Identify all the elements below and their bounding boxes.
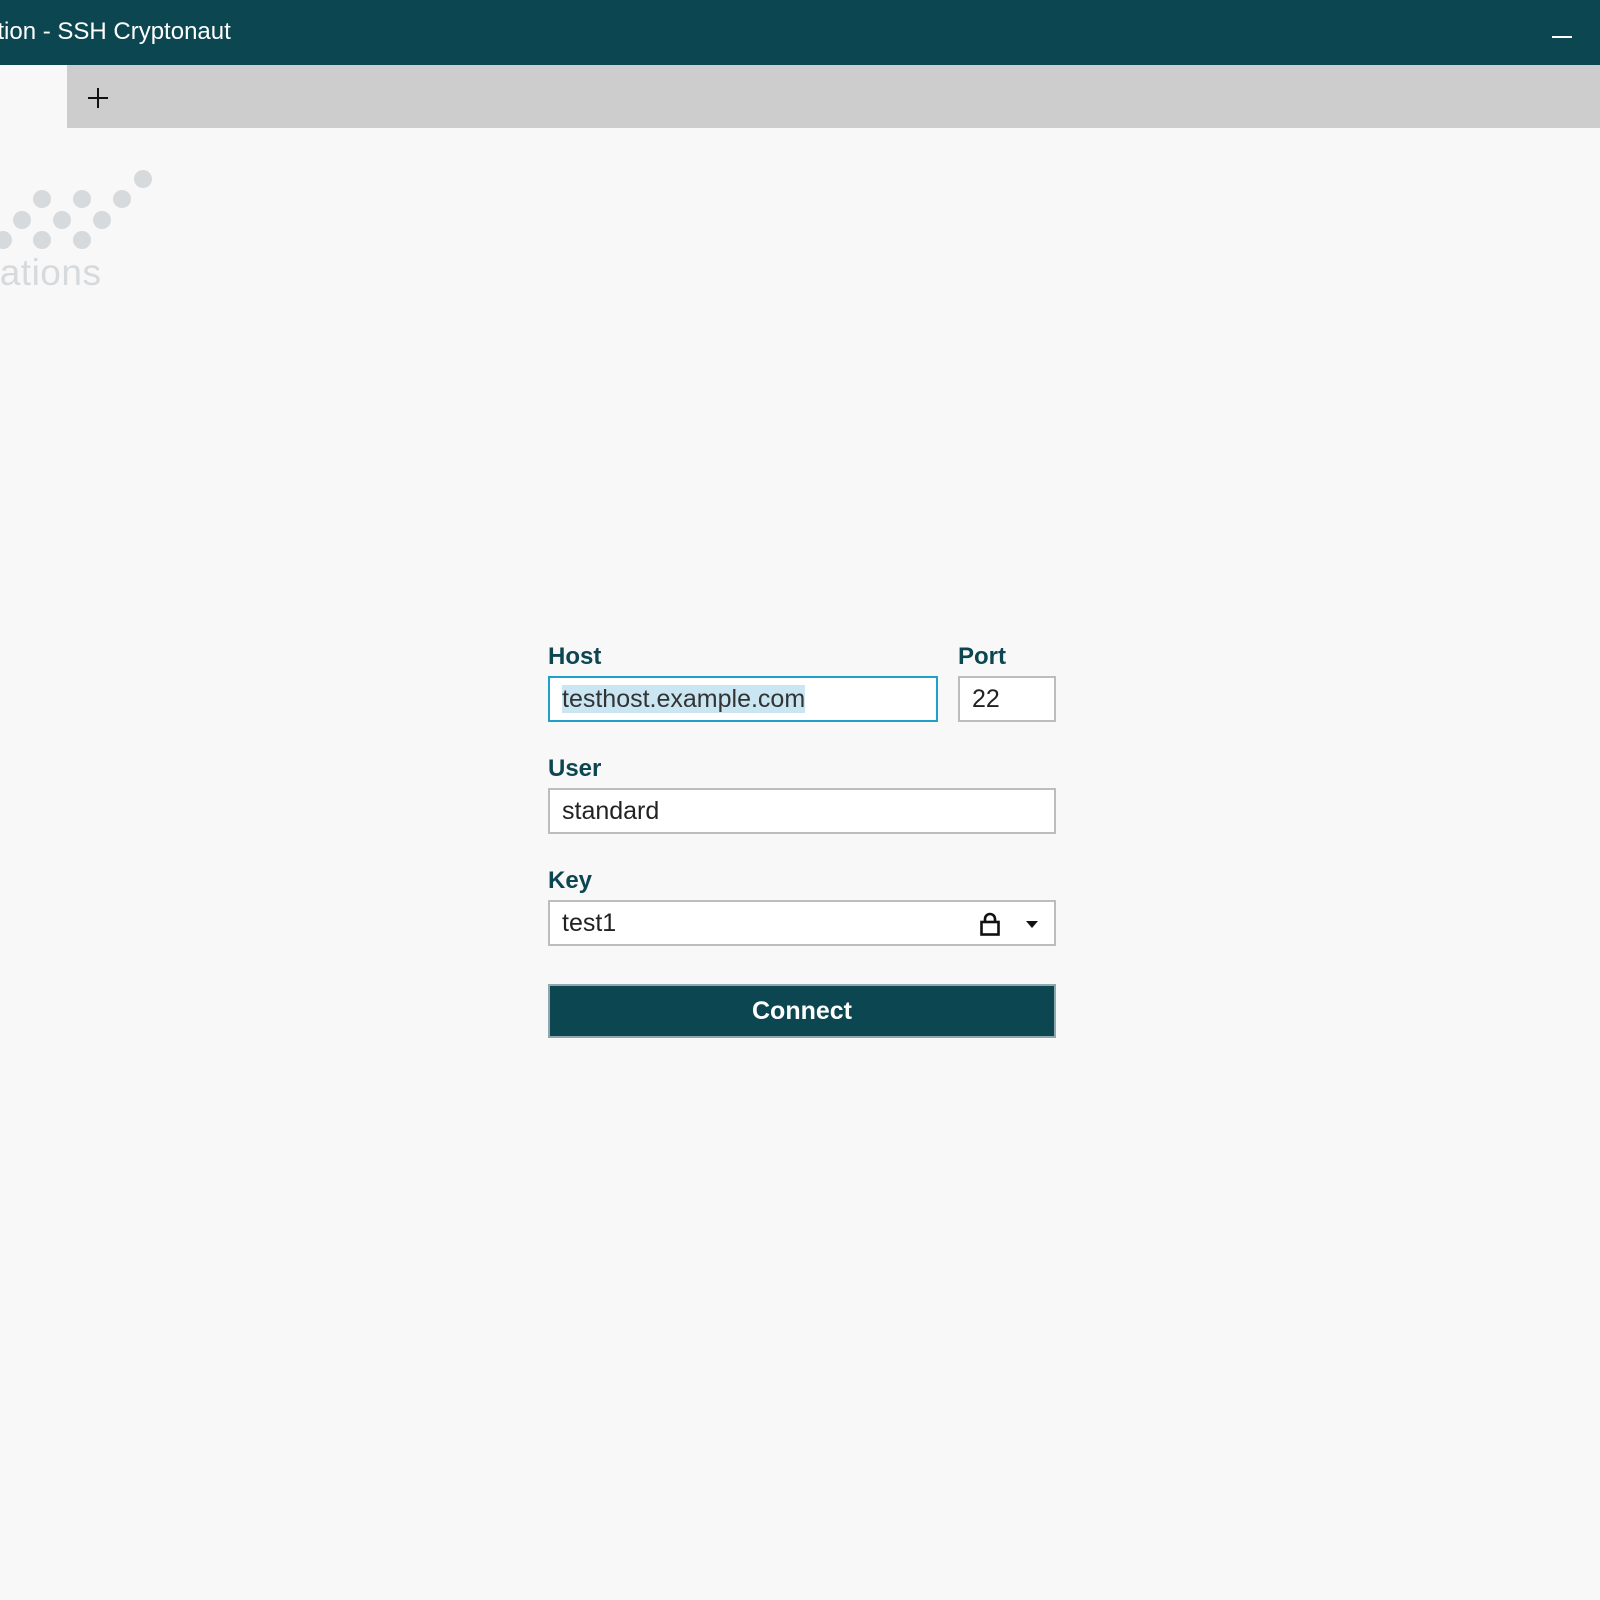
key-value: test1 xyxy=(562,909,617,937)
key-select[interactable]: test1 xyxy=(548,900,1056,946)
title-bar: ection - SSH Cryptonaut xyxy=(0,0,1600,65)
host-input[interactable]: testhost.example.com xyxy=(548,676,938,722)
app-window: ection - SSH Cryptonaut on ications Host… xyxy=(0,0,1600,1600)
port-input[interactable]: 22 xyxy=(958,676,1056,722)
user-label: User xyxy=(548,755,602,782)
minimize-button[interactable] xyxy=(1536,8,1590,58)
key-label: Key xyxy=(548,867,593,894)
host-label: Host xyxy=(548,643,602,670)
host-value: testhost.example.com xyxy=(562,685,806,713)
lock-icon xyxy=(980,912,1000,936)
port-label: Port xyxy=(958,643,1006,670)
logo-text: ications xyxy=(0,252,102,293)
user-value: standard xyxy=(562,797,660,825)
port-value: 22 xyxy=(972,685,1000,713)
chevron-down-icon[interactable] xyxy=(1026,921,1038,928)
connect-button[interactable]: Connect xyxy=(548,984,1056,1038)
logo-dots-icon xyxy=(0,170,152,249)
window-title: ection - SSH Cryptonaut xyxy=(0,18,231,45)
new-tab-button[interactable] xyxy=(67,65,129,128)
tab-strip: on xyxy=(0,65,1600,128)
tab-connection[interactable]: on xyxy=(0,65,67,128)
user-input[interactable]: standard xyxy=(548,788,1056,834)
logo: ications xyxy=(0,170,160,300)
